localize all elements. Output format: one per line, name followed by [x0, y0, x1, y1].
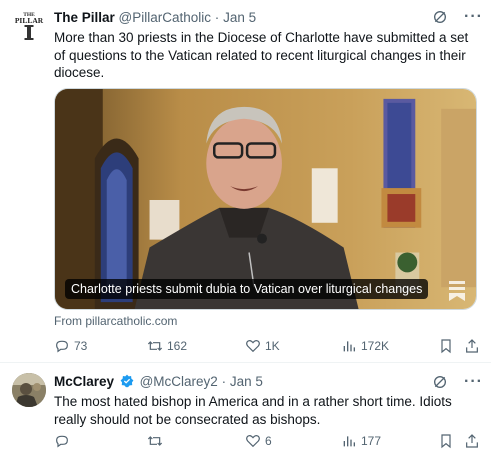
header-actions: ···: [432, 9, 483, 25]
tweet-actions: 73 162 1K 172K: [54, 338, 481, 356]
reply-button[interactable]: 73: [54, 338, 87, 354]
separator-dot: ·: [221, 374, 227, 389]
repost-icon: [147, 436, 163, 446]
views-button[interactable]: 177: [341, 433, 381, 449]
more-icon[interactable]: ···: [464, 9, 483, 25]
tweet-pillar: THE PILLAR The Pillar @PillarCatholic · …: [0, 0, 491, 362]
bookmark-icon: [441, 339, 451, 354]
tweet-header: McClarey @McClarey2 · Jan 5: [54, 374, 481, 392]
card-image: [55, 89, 476, 309]
tweet-header: The Pillar @PillarCatholic · Jan 5: [54, 10, 481, 28]
views-button[interactable]: 172K: [341, 338, 389, 354]
avatar-pillar[interactable]: THE PILLAR: [12, 8, 46, 42]
card-source[interactable]: From pillarcatholic.com: [54, 314, 177, 328]
like-count: 1K: [265, 339, 280, 353]
bookmark-button[interactable]: [438, 338, 454, 354]
share-button[interactable]: [464, 433, 480, 449]
repost-button[interactable]: 162: [147, 338, 187, 354]
bookmark-button[interactable]: [438, 433, 454, 449]
grok-icon[interactable]: [432, 9, 448, 25]
tweet-text: The most hated bishop in America and in …: [54, 394, 452, 427]
views-icon: [343, 436, 355, 447]
tweet-date[interactable]: Jan 5: [223, 10, 256, 25]
tweet-mcclarey: McClarey @McClarey2 · Jan 5 ··· The most…: [0, 362, 491, 465]
avatar-mcclarey[interactable]: [12, 373, 46, 407]
repost-icon: [147, 341, 163, 351]
tweet-text: More than 30 priests in the Diocese of C…: [54, 30, 469, 80]
reply-button[interactable]: [54, 433, 74, 449]
verified-badge-icon: [120, 374, 134, 388]
like-button[interactable]: 6: [245, 433, 272, 449]
like-icon: [246, 339, 260, 353]
profile-photo-icon: [12, 373, 46, 407]
user-handle[interactable]: @PillarCatholic: [119, 10, 211, 25]
display-name[interactable]: The Pillar: [54, 10, 115, 25]
svg-text:PILLAR: PILLAR: [15, 16, 44, 25]
card-caption: Charlotte priests submit dubia to Vatica…: [65, 279, 429, 299]
like-count: 6: [265, 434, 272, 448]
tweet-date[interactable]: Jan 5: [230, 374, 263, 389]
separator-dot: ·: [214, 10, 220, 25]
view-count: 172K: [361, 339, 390, 353]
header-actions: ···: [432, 374, 483, 390]
share-icon: [466, 339, 478, 353]
more-icon[interactable]: ···: [464, 374, 483, 390]
share-icon: [466, 434, 478, 448]
repost-button[interactable]: [147, 433, 167, 449]
like-icon: [246, 434, 260, 448]
bookmark-icon: [441, 434, 451, 449]
repost-count: 162: [167, 339, 188, 353]
view-count: 177: [361, 434, 382, 448]
reply-icon: [56, 435, 68, 448]
link-card[interactable]: Charlotte priests submit dubia to Vatica…: [54, 88, 477, 310]
grok-icon[interactable]: [432, 374, 448, 390]
views-icon: [343, 341, 355, 352]
reply-icon: [56, 340, 68, 353]
tweet-actions: 6 177: [54, 433, 481, 451]
pillar-flag-icon: [449, 281, 465, 301]
user-handle[interactable]: @McClarey2: [140, 374, 218, 389]
display-name[interactable]: McClarey: [54, 374, 114, 389]
reply-count: 73: [74, 339, 88, 353]
like-button[interactable]: 1K: [245, 338, 280, 354]
share-button[interactable]: [464, 338, 480, 354]
pillar-logo-icon: THE PILLAR: [15, 12, 44, 40]
